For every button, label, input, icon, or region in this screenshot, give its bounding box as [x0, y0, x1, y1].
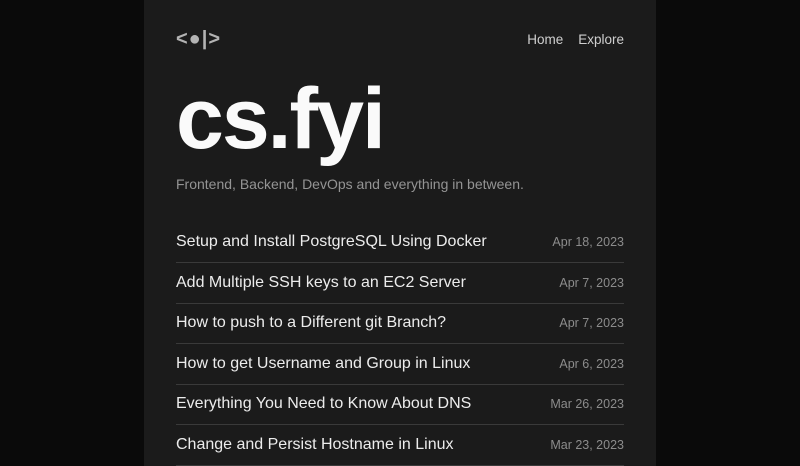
post-list-item[interactable]: Setup and Install PostgreSQL Using Docke…	[176, 223, 624, 264]
post-title: How to push to a Different git Branch?	[176, 314, 446, 332]
post-list-row: How to get Username and Group in Linux A…	[176, 344, 624, 385]
post-date: Apr 7, 2023	[559, 276, 624, 290]
page-container: <●|> Home Explore cs.fyi Frontend, Backe…	[144, 0, 656, 466]
post-title: How to get Username and Group in Linux	[176, 355, 470, 373]
post-title: Change and Persist Hostname in Linux	[176, 436, 454, 454]
post-list: Setup and Install PostgreSQL Using Docke…	[176, 223, 624, 466]
post-title: Setup and Install PostgreSQL Using Docke…	[176, 233, 487, 251]
post-list-item[interactable]: Everything You Need to Know About DNS Ma…	[176, 385, 624, 426]
post-list-row: Setup and Install PostgreSQL Using Docke…	[176, 223, 624, 264]
site-logo[interactable]: <●|>	[176, 28, 221, 50]
post-list-row: Change and Persist Hostname in Linux Mar…	[176, 425, 624, 466]
post-date: Apr 6, 2023	[559, 357, 624, 371]
post-list-row: Everything You Need to Know About DNS Ma…	[176, 385, 624, 426]
post-title: Everything You Need to Know About DNS	[176, 395, 471, 413]
post-list-row: How to push to a Different git Branch? A…	[176, 304, 624, 345]
site-title: cs.fyi	[176, 80, 624, 159]
post-list-item[interactable]: How to push to a Different git Branch? A…	[176, 304, 624, 345]
post-list-item[interactable]: How to get Username and Group in Linux A…	[176, 344, 624, 385]
main-nav: Home Explore	[527, 32, 624, 47]
post-date: Apr 7, 2023	[559, 316, 624, 330]
post-list-row: Add Multiple SSH keys to an EC2 Server A…	[176, 263, 624, 304]
post-list-item[interactable]: Add Multiple SSH keys to an EC2 Server A…	[176, 263, 624, 304]
post-date: Apr 18, 2023	[552, 235, 624, 249]
post-title: Add Multiple SSH keys to an EC2 Server	[176, 274, 466, 292]
post-date: Mar 26, 2023	[550, 397, 624, 411]
nav-link-home[interactable]: Home	[527, 32, 563, 47]
site-tagline: Frontend, Backend, DevOps and everything…	[176, 175, 624, 195]
nav-link-explore[interactable]: Explore	[578, 32, 624, 47]
site-header: <●|> Home Explore	[176, 28, 624, 50]
post-list-item[interactable]: Change and Persist Hostname in Linux Mar…	[176, 425, 624, 466]
